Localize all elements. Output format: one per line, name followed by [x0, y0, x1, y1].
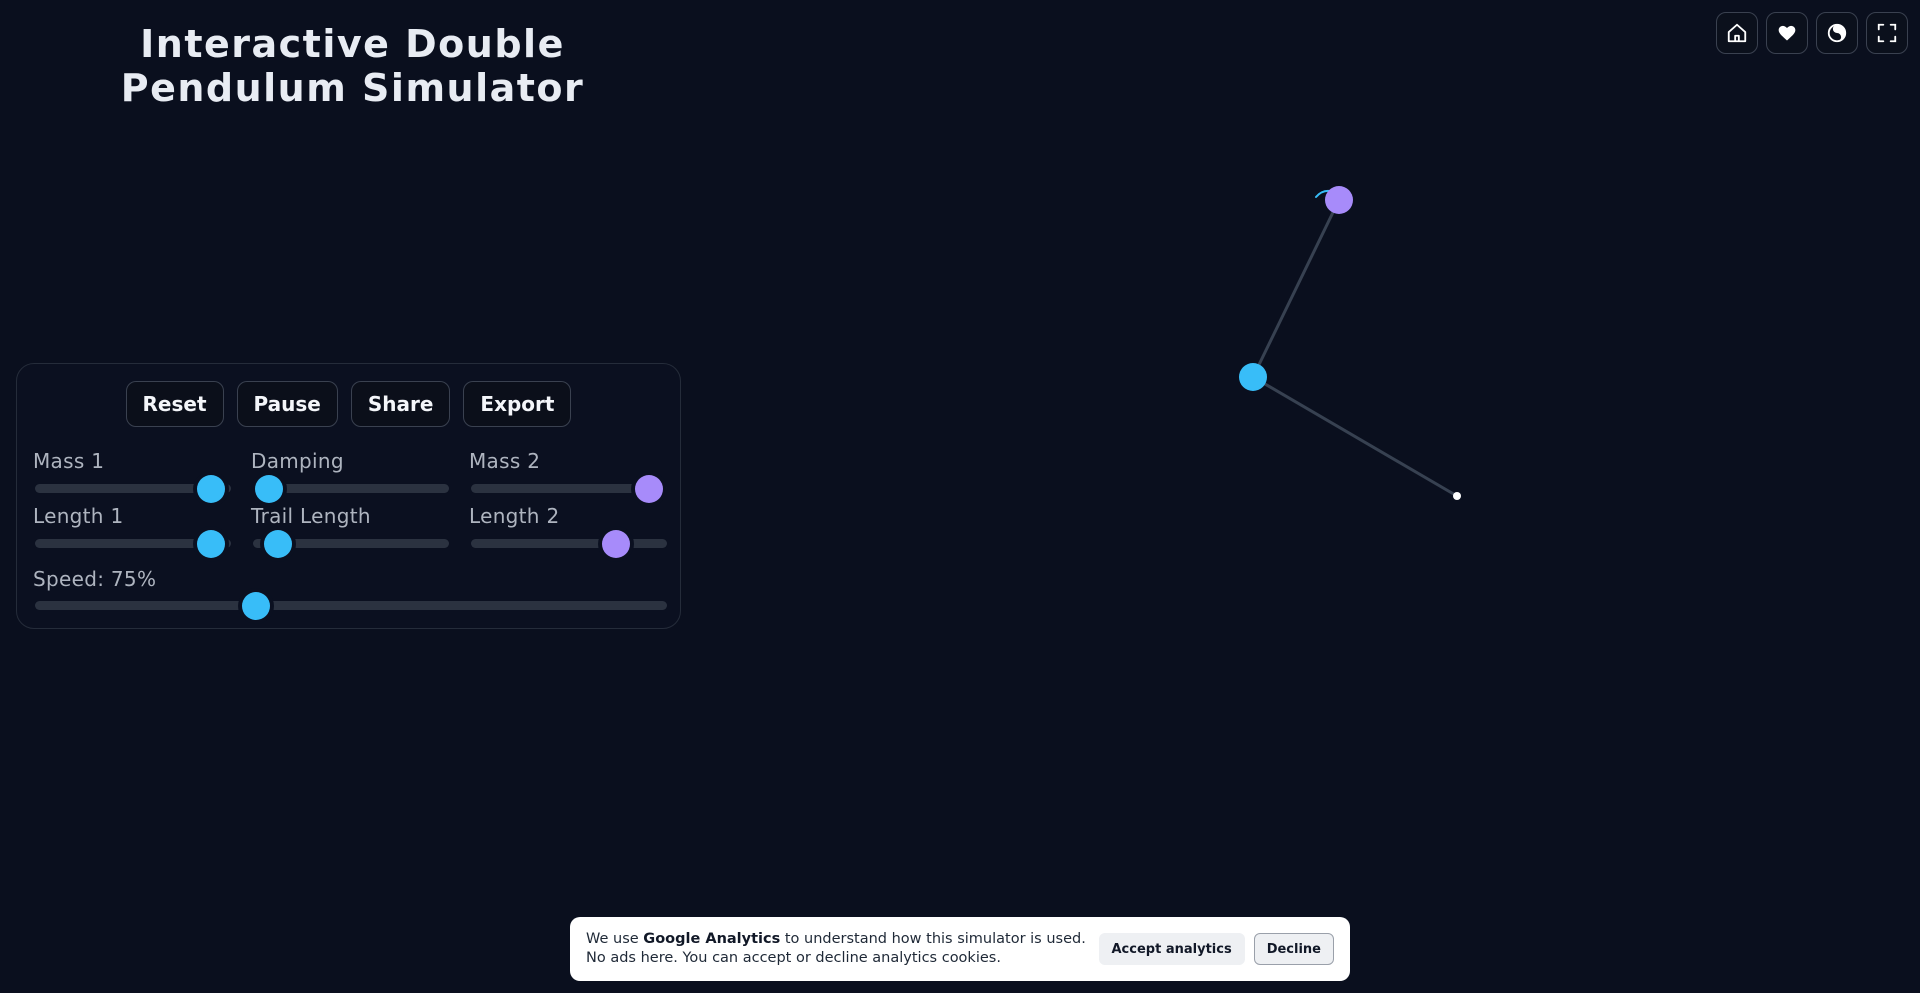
- reset-button[interactable]: Reset: [125, 381, 224, 427]
- export-button[interactable]: Export: [463, 381, 572, 427]
- heart-icon: [1778, 25, 1796, 41]
- trail-path: [1315, 189, 1331, 198]
- speed-slider-thumb[interactable]: [242, 591, 271, 620]
- accept-analytics-button[interactable]: Accept analytics: [1098, 933, 1245, 965]
- damping-slider-thumb[interactable]: [254, 474, 283, 503]
- favorite-button[interactable]: [1766, 12, 1808, 54]
- top-icon-bar: [1716, 12, 1908, 54]
- cookie-actions: Accept analytics Decline: [1098, 933, 1334, 965]
- mass1-slider[interactable]: [35, 474, 231, 503]
- cookie-text-bold: Google Analytics: [643, 931, 781, 947]
- mass1-slider-thumb[interactable]: [197, 474, 226, 503]
- length1-label: Length 1: [33, 504, 124, 528]
- pivot-point: [1453, 492, 1461, 500]
- length1-slider-thumb[interactable]: [197, 529, 226, 558]
- length2-slider-thumb[interactable]: [602, 529, 631, 558]
- damping-label: Damping: [251, 449, 344, 473]
- page-title: Interactive Double Pendulum Simulator: [120, 22, 585, 110]
- mass2-label: Mass 2: [469, 449, 541, 473]
- rod-lower: [1252, 375, 1458, 498]
- decline-button[interactable]: Decline: [1253, 933, 1334, 965]
- theme-toggle-button[interactable]: [1816, 12, 1858, 54]
- page-title-line2: Pendulum Simulator: [120, 66, 585, 110]
- mass1-label: Mass 1: [33, 449, 105, 473]
- home-button[interactable]: [1716, 12, 1758, 54]
- mass2-slider[interactable]: [471, 474, 667, 503]
- damping-slider[interactable]: [253, 474, 449, 503]
- page-title-line1: Interactive Double: [140, 22, 565, 66]
- trail-length-slider[interactable]: [253, 529, 449, 558]
- length1-slider[interactable]: [35, 529, 231, 558]
- length2-slider[interactable]: [471, 529, 667, 558]
- control-panel: Reset Pause Share Export Mass 1 Damping …: [16, 363, 681, 629]
- fullscreen-button[interactable]: [1866, 12, 1908, 54]
- fullscreen-icon: [1877, 23, 1897, 43]
- theme-icon: [1827, 23, 1847, 43]
- rod-upper: [1251, 199, 1341, 378]
- cookie-message: We use Google Analytics to understand ho…: [586, 930, 1096, 968]
- share-button[interactable]: Share: [350, 381, 451, 427]
- home-icon: [1727, 23, 1747, 43]
- trail-length-label: Trail Length: [251, 504, 371, 528]
- cookie-banner: We use Google Analytics to understand ho…: [570, 917, 1350, 981]
- speed-slider[interactable]: [35, 591, 667, 620]
- trail-length-slider-thumb[interactable]: [264, 529, 293, 558]
- pendulum-mass-1[interactable]: [1239, 363, 1267, 391]
- pendulum-mass-2[interactable]: [1325, 186, 1353, 214]
- speed-label: Speed: 75%: [33, 567, 157, 591]
- cookie-text-before: We use: [586, 931, 644, 947]
- control-buttons: Reset Pause Share Export: [17, 381, 680, 427]
- length2-label: Length 2: [469, 504, 560, 528]
- mass2-slider-thumb[interactable]: [635, 474, 664, 503]
- pause-button[interactable]: Pause: [236, 381, 338, 427]
